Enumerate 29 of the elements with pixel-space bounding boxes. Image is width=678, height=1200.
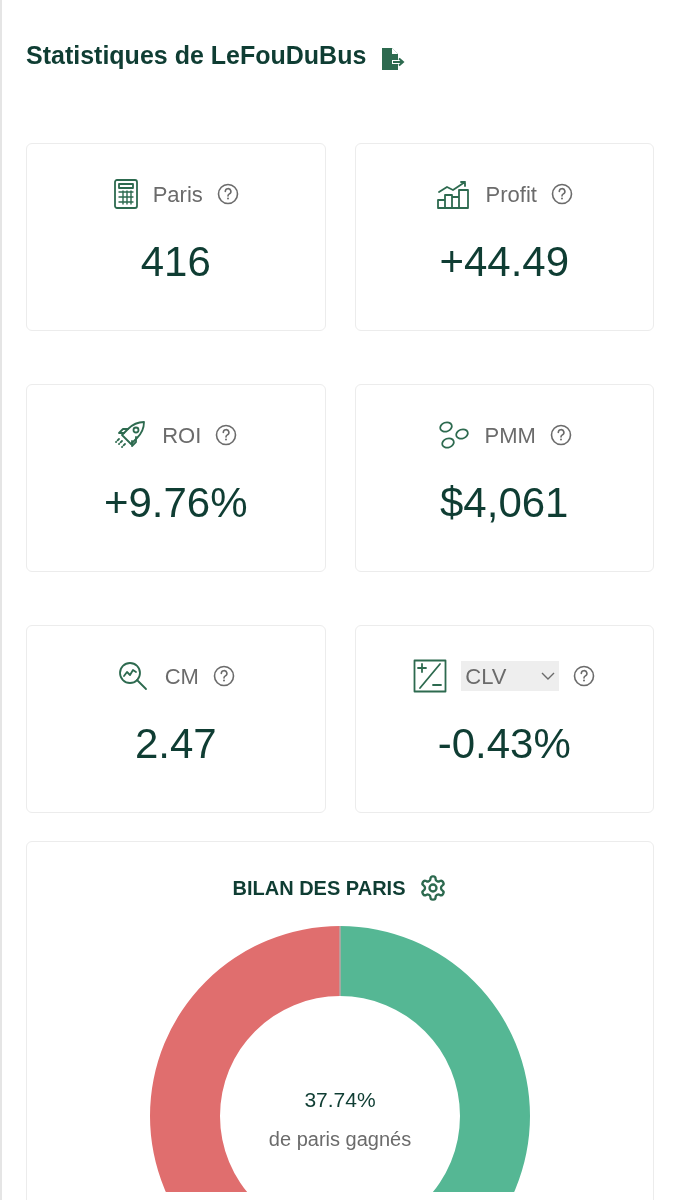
file-export-icon[interactable]: [380, 46, 407, 72]
help-icon[interactable]: [573, 665, 596, 687]
stat-value: -0.43%: [437, 723, 571, 765]
stat-value: +44.49: [439, 241, 570, 283]
help-icon[interactable]: [549, 424, 572, 446]
stat-label: ROI: [162, 421, 202, 450]
plus-minus-icon: [413, 659, 448, 693]
win-percentage: 37.74%: [304, 1087, 376, 1113]
settings-icon[interactable]: [419, 874, 448, 902]
summary-title: BILAN DES PARIS: [232, 876, 406, 901]
win-caption: de paris gagnés: [268, 1126, 412, 1152]
help-icon[interactable]: [212, 665, 235, 687]
stat-label: CM: [164, 662, 199, 691]
stat-value: +9.76%: [103, 482, 248, 524]
bar-chart-icon: [435, 178, 472, 210]
page-title: Statistiques de LeFouDuBus: [26, 40, 367, 72]
help-icon[interactable]: [215, 424, 238, 446]
calculator-icon: [112, 178, 139, 210]
stat-value: $4,061: [440, 482, 569, 524]
stat-select[interactable]: CLV: [461, 661, 560, 691]
help-icon[interactable]: [216, 183, 239, 205]
coins-icon: [436, 420, 471, 450]
stat-label: Paris: [152, 180, 203, 209]
chevron-down-icon: [541, 672, 556, 680]
help-icon[interactable]: [550, 183, 573, 205]
stat-label: PMM: [484, 421, 536, 450]
stat-value: 2.47: [134, 723, 217, 765]
stat-label: Profit: [485, 180, 537, 209]
stat-value: 416: [140, 241, 211, 283]
